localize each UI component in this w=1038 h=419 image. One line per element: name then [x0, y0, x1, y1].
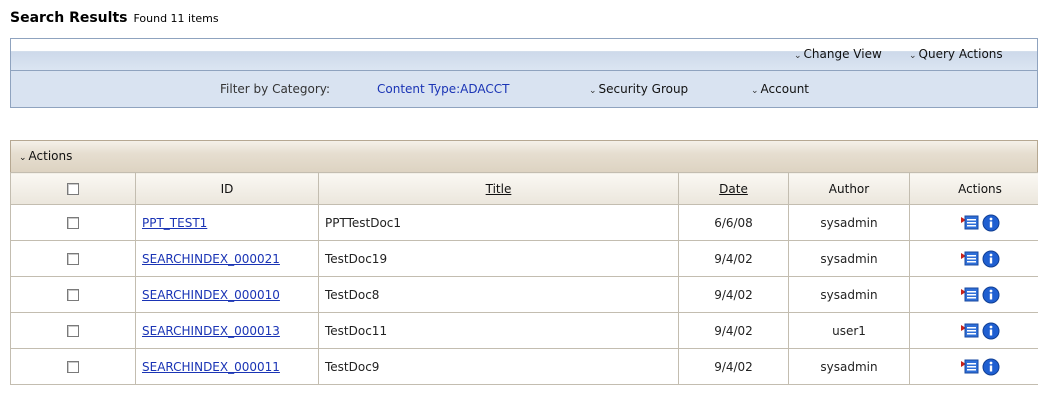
doc-id-link[interactable]: SEARCHINDEX_000021 [142, 252, 280, 266]
content-type-filter-link[interactable]: Content Type:ADACCT [377, 82, 509, 96]
doc-id-link[interactable]: PPT_TEST1 [142, 216, 207, 230]
account-menu[interactable]: ⌄ Account [751, 82, 809, 96]
query-actions-menu[interactable]: ⌄ Query Actions [909, 47, 1003, 61]
row-checkbox[interactable] [67, 253, 79, 265]
row-checkbox[interactable] [67, 361, 79, 373]
table-row: SEARCHINDEX_000010 TestDoc8 9/4/02 sysad… [10, 276, 1038, 313]
chevron-down-icon: ⌄ [794, 51, 802, 61]
table-row: SEARCHINDEX_000011 TestDoc9 9/4/02 sysad… [10, 348, 1038, 385]
action-popup-icon[interactable] [960, 359, 979, 375]
row-select-cell [10, 240, 136, 277]
action-popup-icon[interactable] [960, 215, 979, 231]
chevron-down-icon: ⌄ [909, 51, 917, 61]
chevron-down-icon: ⌄ [19, 153, 27, 163]
page-title: Search Results [10, 10, 128, 26]
doc-id-link[interactable]: SEARCHINDEX_000013 [142, 324, 280, 338]
table-header-row: ID Title Date Author Actions [10, 172, 1038, 205]
id-cell: PPT_TEST1 [135, 204, 319, 241]
row-select-cell [10, 204, 136, 241]
author-cell: sysadmin [788, 240, 910, 277]
filter-bar: Filter by Category: Content Type:ADACCT … [10, 70, 1038, 108]
account-label: Account [760, 82, 809, 96]
info-icon[interactable] [982, 358, 1000, 376]
row-checkbox[interactable] [67, 217, 79, 229]
author-cell: sysadmin [788, 204, 910, 241]
sort-by-date-link[interactable]: Date [719, 182, 748, 196]
results-table: ID Title Date Author Actions PPT_TEST1 P… [10, 172, 1038, 385]
chevron-down-icon: ⌄ [589, 86, 597, 96]
info-icon[interactable] [982, 322, 1000, 340]
change-view-menu[interactable]: ⌄ Change View [794, 47, 882, 61]
author-cell: sysadmin [788, 276, 910, 313]
select-all-header [10, 172, 136, 205]
doc-id-link[interactable]: SEARCHINDEX_000010 [142, 288, 280, 302]
actions-cell [909, 204, 1038, 241]
date-cell: 9/4/02 [678, 348, 789, 385]
column-header-actions: Actions [909, 172, 1038, 205]
chevron-down-icon: ⌄ [751, 86, 759, 96]
title-cell: TestDoc11 [318, 312, 679, 349]
results-panel: ⌄ Actions ID Title Date Author Actions PP… [10, 140, 1038, 419]
query-actions-label: Query Actions [918, 47, 1003, 61]
id-cell: SEARCHINDEX_000011 [135, 348, 319, 385]
row-select-cell [10, 312, 136, 349]
row-checkbox[interactable] [67, 325, 79, 337]
column-header-author: Author [788, 172, 910, 205]
actions-cell [909, 276, 1038, 313]
title-cell: PPTTestDoc1 [318, 204, 679, 241]
action-popup-icon[interactable] [960, 287, 979, 303]
row-checkbox[interactable] [67, 289, 79, 301]
column-header-title[interactable]: Title [318, 172, 679, 205]
actions-cell [909, 348, 1038, 385]
change-view-label: Change View [803, 47, 882, 61]
table-row: SEARCHINDEX_000013 TestDoc11 9/4/02 user… [10, 312, 1038, 349]
actions-cell [909, 312, 1038, 349]
author-cell: sysadmin [788, 348, 910, 385]
page-header: Search Results Found 11 items [10, 10, 219, 30]
select-all-checkbox[interactable] [67, 183, 79, 195]
row-select-cell [10, 276, 136, 313]
actions-bar: ⌄ Actions [10, 140, 1038, 172]
action-popup-icon[interactable] [960, 323, 979, 339]
author-cell: user1 [788, 312, 910, 349]
actions-menu-label: Actions [28, 149, 73, 163]
column-header-id: ID [135, 172, 319, 205]
title-cell: TestDoc19 [318, 240, 679, 277]
title-cell: TestDoc8 [318, 276, 679, 313]
info-icon[interactable] [982, 214, 1000, 232]
id-cell: SEARCHINDEX_000013 [135, 312, 319, 349]
results-toolbar: ⌄ Change View ⌄ Query Actions [10, 38, 1038, 70]
security-group-label: Security Group [598, 82, 689, 96]
id-cell: SEARCHINDEX_000010 [135, 276, 319, 313]
date-cell: 6/6/08 [678, 204, 789, 241]
info-icon[interactable] [982, 250, 1000, 268]
actions-menu[interactable]: ⌄ Actions [19, 149, 72, 163]
action-popup-icon[interactable] [960, 251, 979, 267]
date-cell: 9/4/02 [678, 240, 789, 277]
date-cell: 9/4/02 [678, 276, 789, 313]
sort-by-title-link[interactable]: Title [486, 182, 512, 196]
row-select-cell [10, 348, 136, 385]
id-cell: SEARCHINDEX_000021 [135, 240, 319, 277]
info-icon[interactable] [982, 286, 1000, 304]
result-count: Found 11 items [133, 12, 219, 25]
table-row: PPT_TEST1 PPTTestDoc1 6/6/08 sysadmin [10, 204, 1038, 241]
date-cell: 9/4/02 [678, 312, 789, 349]
actions-cell [909, 240, 1038, 277]
column-header-date[interactable]: Date [678, 172, 789, 205]
filter-label: Filter by Category: [220, 82, 331, 96]
doc-id-link[interactable]: SEARCHINDEX_000011 [142, 360, 280, 374]
title-cell: TestDoc9 [318, 348, 679, 385]
table-row: SEARCHINDEX_000021 TestDoc19 9/4/02 sysa… [10, 240, 1038, 277]
security-group-menu[interactable]: ⌄ Security Group [589, 82, 688, 96]
